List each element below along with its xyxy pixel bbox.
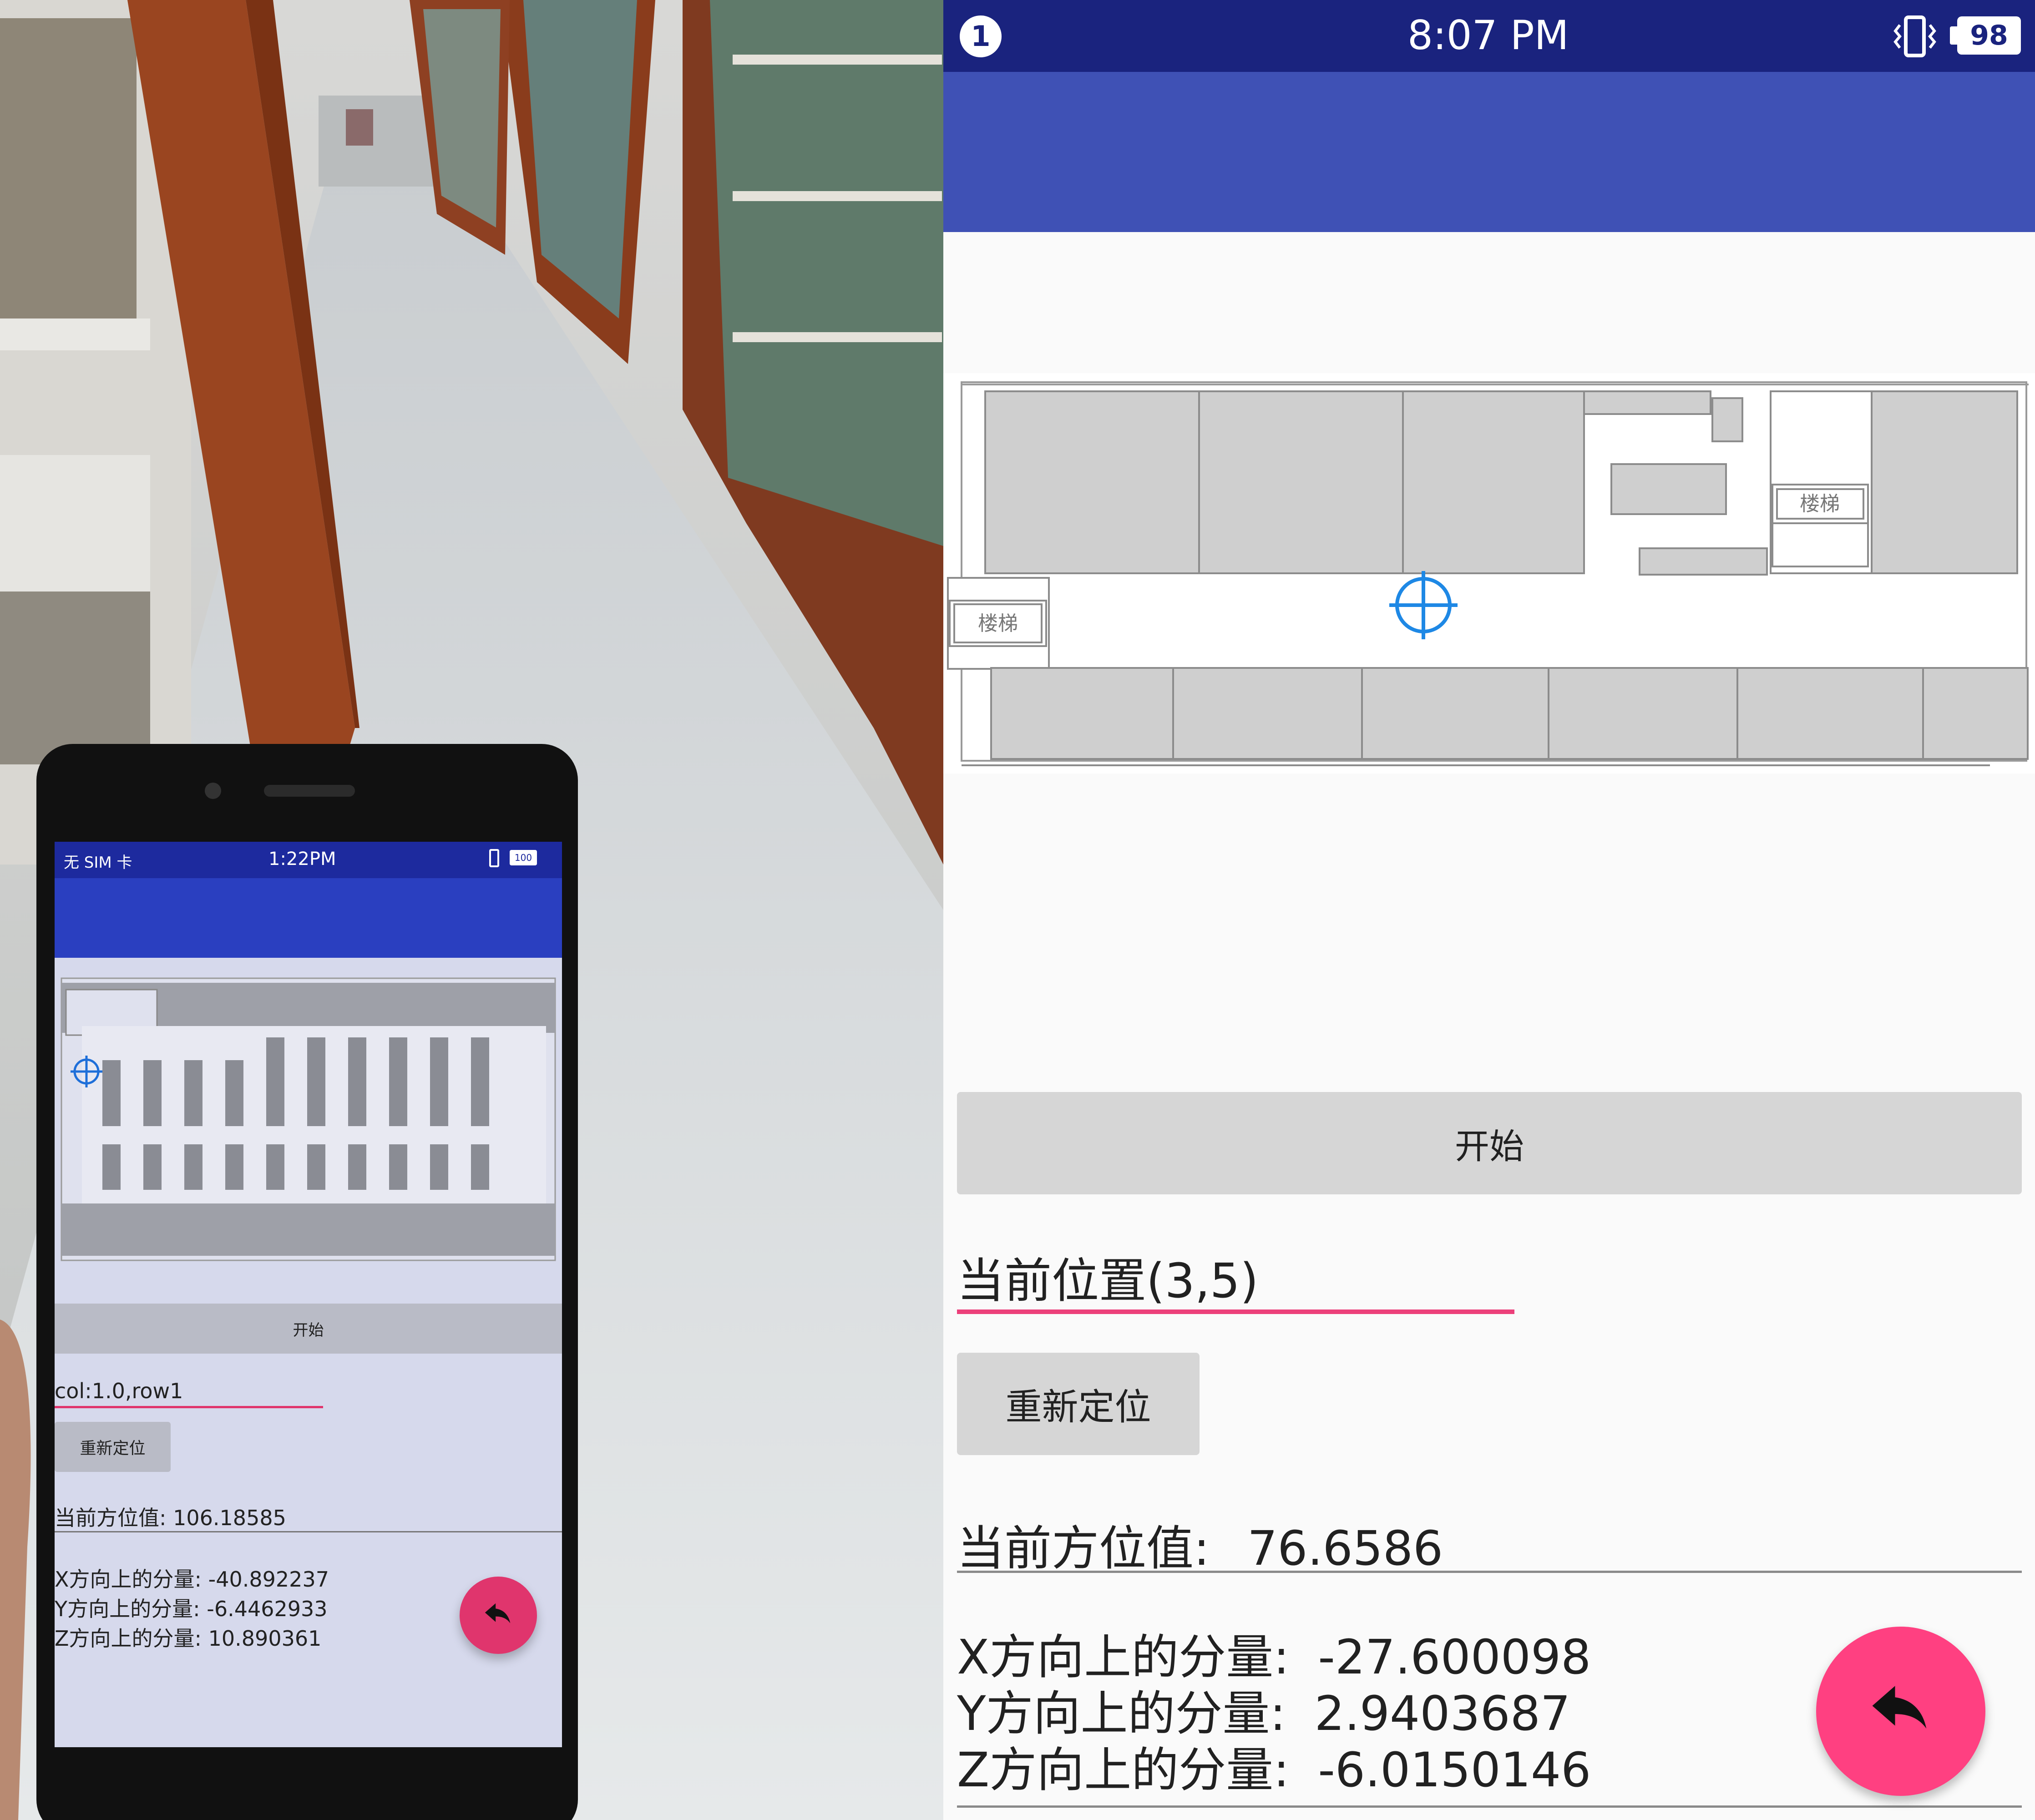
- x-component-label: X方向上的分量:: [957, 1629, 1290, 1685]
- phone-toolbar: [55, 878, 562, 958]
- phone-status-time: 1:22PM: [268, 849, 336, 870]
- phone-status-bar: 无 SIM 卡 1:22PM 100: [55, 842, 562, 878]
- orientation-divider: [957, 1571, 2022, 1573]
- orientation-label: 当前方位值:: [957, 1521, 1210, 1576]
- components-divider: [957, 1805, 2022, 1808]
- current-position-underline: [957, 1309, 1514, 1314]
- phone-orientation-text: 当前方位值: 106.18585: [55, 1506, 286, 1530]
- map-stair-label-left: 楼梯: [978, 612, 1018, 635]
- orientation-value: 76.6586: [1247, 1521, 1443, 1576]
- y-component-value: 2.9403687: [1314, 1686, 1571, 1741]
- z-component-value: -6.0150146: [1318, 1742, 1591, 1798]
- phone-position-underline: [55, 1406, 323, 1408]
- phone-battery-badge: 100: [510, 850, 537, 865]
- x-component-row: X方向上的分量: -27.600098: [957, 1629, 1591, 1685]
- status-time: 8:07 PM: [1407, 12, 1569, 59]
- phone-device: 无 SIM 卡 1:22PM 100 开始 col:1.0,row1 重新定位 …: [36, 744, 578, 1820]
- app-toolbar: [943, 72, 2035, 232]
- orientation-row: 当前方位值: 76.6586: [957, 1510, 1443, 1578]
- start-button[interactable]: 开始: [957, 1092, 2022, 1194]
- phone-z-component: Z方向上的分量: 10.890361: [55, 1626, 322, 1651]
- phone-status-carrier: 无 SIM 卡: [64, 854, 132, 872]
- phone-reply-icon: [485, 1603, 511, 1623]
- phone-screen: 无 SIM 卡 1:22PM 100 开始 col:1.0,row1 重新定位 …: [55, 842, 562, 1747]
- phone-speaker: [264, 785, 355, 797]
- phone-position-text: col:1.0,row1: [55, 1379, 183, 1403]
- phone-vibrate-icon: [489, 849, 499, 867]
- current-position-text: 当前位置(3,5): [957, 1253, 1259, 1309]
- y-component-row: Y方向上的分量: 2.9403687: [957, 1685, 1570, 1742]
- vibrate-icon: [1893, 15, 1936, 57]
- phone-relocate-button[interactable]: 重新定位: [55, 1422, 171, 1472]
- y-component-label: Y方向上的分量:: [957, 1686, 1286, 1741]
- map-stair-label-right: 楼梯: [1800, 492, 1840, 516]
- phone-y-component: Y方向上的分量: -6.4462933: [55, 1597, 328, 1621]
- phone-divider: [55, 1531, 562, 1532]
- indoor-locator-app: 1 8:07 PM 98 楼梯 楼梯 开始 当前位置(3,5) 重新定位 当前方…: [943, 0, 2035, 1820]
- phone-start-button[interactable]: 开始: [55, 1304, 562, 1354]
- x-component-value: -27.600098: [1318, 1629, 1591, 1685]
- notification-badge: 1: [960, 15, 1002, 57]
- relocate-button[interactable]: 重新定位: [957, 1353, 1200, 1455]
- phone-camera: [205, 783, 221, 799]
- reply-icon: [1872, 1685, 1927, 1729]
- floor-map[interactable]: 楼梯 楼梯: [943, 373, 2035, 774]
- z-component-row: Z方向上的分量: -6.0150146: [957, 1742, 1591, 1798]
- back-fab[interactable]: [1816, 1627, 1985, 1796]
- phone-back-fab[interactable]: [460, 1577, 537, 1654]
- battery-icon: 98: [1957, 16, 2021, 55]
- status-bar: 1 8:07 PM 98: [943, 0, 2035, 72]
- phone-x-component: X方向上的分量: -40.892237: [55, 1567, 329, 1592]
- z-component-label: Z方向上的分量:: [957, 1742, 1290, 1798]
- battery-tip: [1950, 26, 1957, 45]
- phone-floor-map: [61, 977, 556, 1261]
- library-photo: 无 SIM 卡 1:22PM 100 开始 col:1.0,row1 重新定位 …: [0, 0, 943, 1820]
